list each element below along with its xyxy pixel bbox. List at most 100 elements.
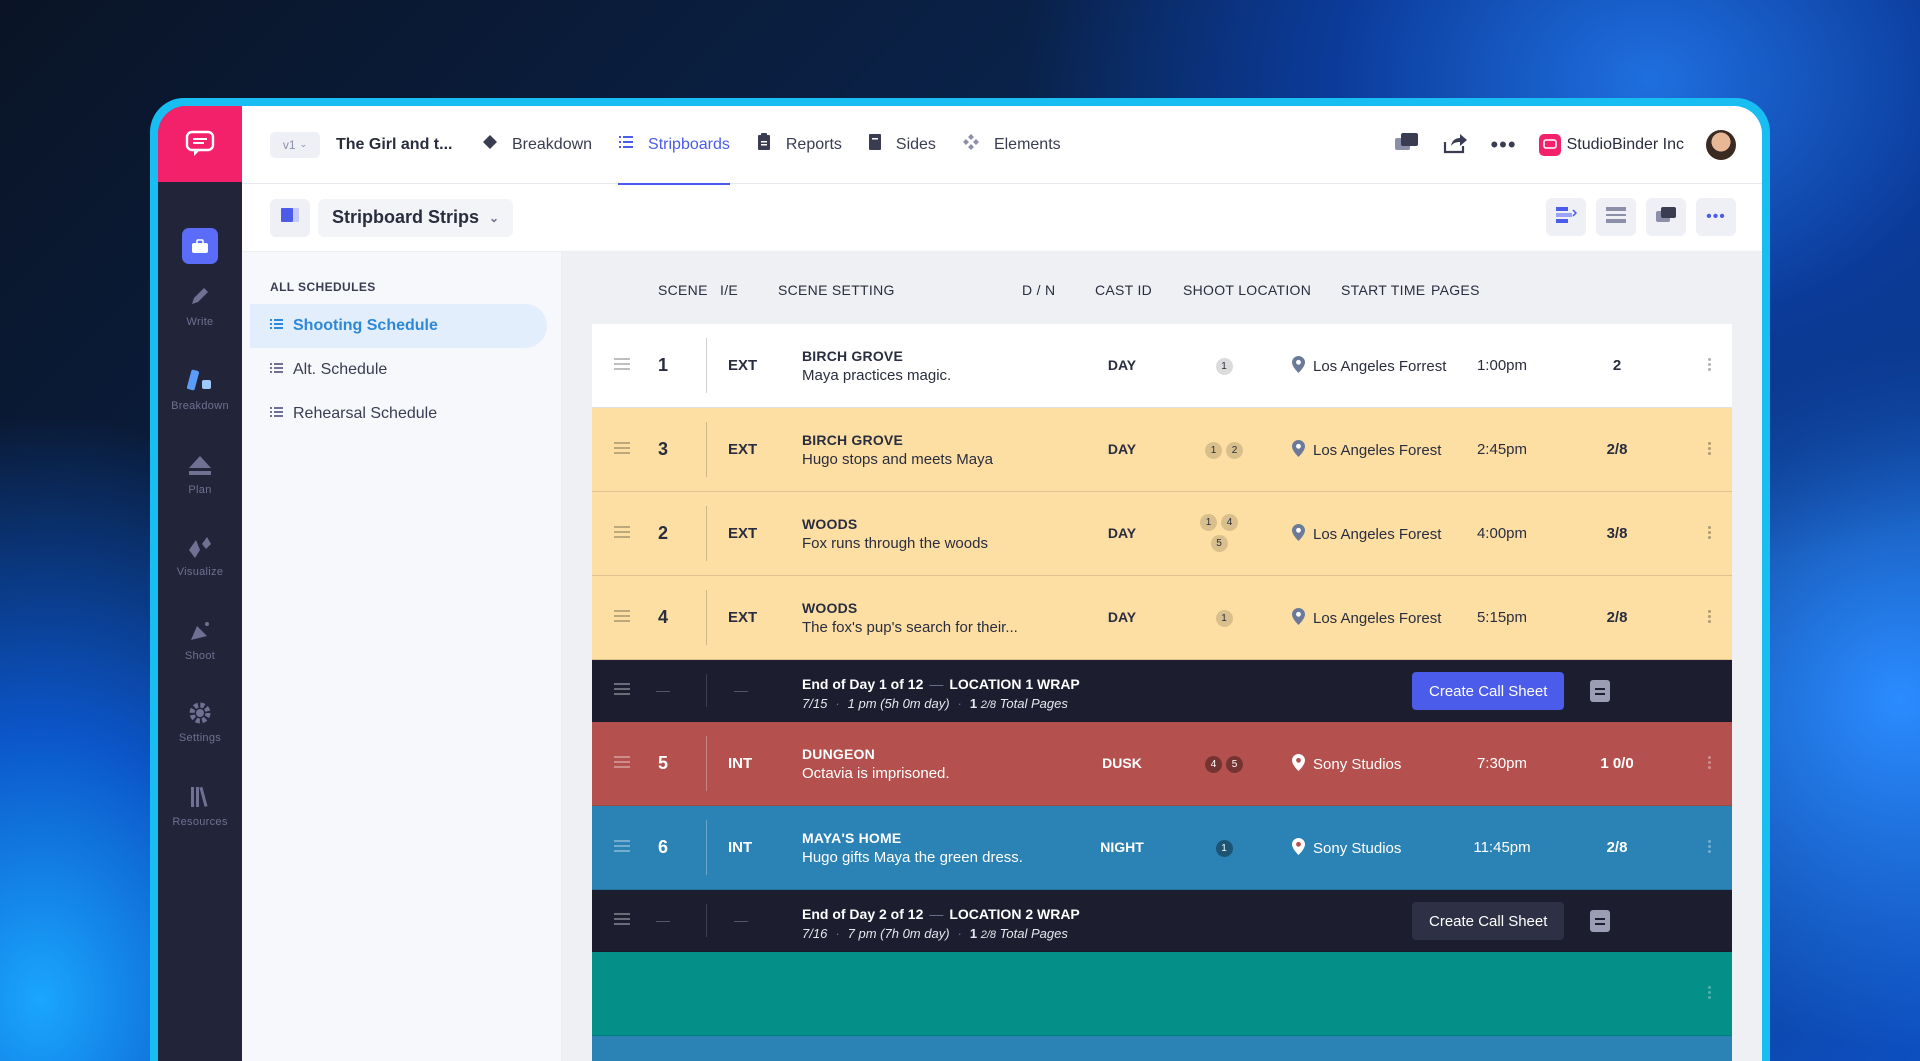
sidebar-item-alt-schedule[interactable]: Alt. Schedule (250, 348, 547, 392)
shoot-location[interactable]: Los Angeles Forest (1292, 439, 1441, 461)
drag-handle[interactable] (614, 682, 630, 695)
avatar[interactable] (1706, 130, 1736, 160)
row-menu-icon[interactable] (1707, 608, 1711, 628)
strip-row-scene-1[interactable]: 1 EXT BIRCH GROVE Maya practices magic. DAY 1… (592, 324, 1732, 408)
rail-breakdown-label: Breakdown (171, 400, 229, 412)
strip-layout-button[interactable] (1546, 198, 1586, 236)
shoot-location[interactable]: Los Angeles Forest (1292, 607, 1441, 629)
day-break-row[interactable]: End of Day 1 of 12— LOCATION 1 WRAP 7/15 · 1… (592, 660, 1732, 722)
row-menu-icon[interactable] (1707, 984, 1711, 1004)
project-title[interactable]: The Girl and t... (336, 136, 456, 154)
drag-handle[interactable] (614, 912, 630, 925)
rail-settings-label: Settings (178, 732, 222, 744)
drag-handle[interactable] (614, 357, 630, 370)
column-headers: SCENE I/E SCENE SETTING D / N CAST ID SH… (562, 252, 1762, 314)
drag-handle[interactable] (614, 839, 630, 852)
comments-icon[interactable] (1394, 131, 1420, 160)
day-break-button[interactable] (1596, 198, 1636, 236)
rail-settings[interactable]: Settings (158, 700, 242, 744)
row-menu-icon[interactable] (1707, 754, 1711, 774)
scene-title: WOODS (802, 515, 858, 532)
cast-id-chip[interactable]: 5 (1226, 755, 1243, 773)
col-dn[interactable]: D / N (1022, 282, 1055, 298)
rail-plan[interactable]: Plan (158, 452, 242, 496)
strip-row-scene-2[interactable]: 2 EXT WOODS Fox runs through the woods DAY 1 4… (592, 492, 1732, 576)
document-icon[interactable] (1590, 680, 1610, 702)
row-menu-icon[interactable] (1707, 524, 1711, 544)
more-options-button[interactable]: ••• (1696, 198, 1736, 236)
org-switcher[interactable]: StudioBinder Inc (1538, 134, 1684, 156)
strip-row-blank[interactable] (592, 952, 1732, 1036)
cast-ids: 1 (1182, 839, 1266, 857)
strip-row-scene-4[interactable]: 4 EXT WOODS The fox's pup's search for thei… (592, 576, 1732, 660)
shoot-location[interactable]: Los Angeles Forrest (1292, 355, 1446, 377)
cast-ids: 1 (1182, 357, 1266, 375)
rail-write[interactable]: Write (158, 284, 242, 328)
cast-id-chip[interactable]: 1 (1215, 839, 1233, 857)
col-scene[interactable]: SCENE (658, 282, 708, 298)
banner-button[interactable] (1646, 198, 1686, 236)
panel-toggle-button[interactable] (270, 198, 310, 237)
strip-row-scene-6[interactable]: 6 INT MAYA'S HOME Hugo gifts Maya the green… (592, 806, 1732, 890)
cast-ids: 1 (1182, 609, 1266, 627)
col-cast[interactable]: CAST ID (1095, 282, 1152, 298)
rail-visualize[interactable]: Visualize (158, 534, 242, 578)
day-hours: 7 pm (7h 0m day) (847, 926, 950, 941)
more-icon[interactable]: ••• (1490, 132, 1516, 158)
cast-id-chip[interactable]: 4 (1205, 755, 1222, 773)
day-night: DAY (1107, 356, 1137, 373)
day-date: 7/15 (802, 696, 828, 711)
strip-row-partial[interactable] (592, 1036, 1732, 1061)
cast-id-chip[interactable]: 1 (1215, 357, 1233, 375)
create-call-sheet-button[interactable]: Create Call Sheet (1412, 672, 1565, 710)
strip-row-scene-3[interactable]: 3 EXT BIRCH GROVE Hugo stops and meets Maya… (592, 408, 1732, 492)
rail-plan-label: Plan (188, 484, 212, 496)
divider (656, 690, 670, 692)
tab-sides[interactable]: Sides (868, 106, 936, 184)
version-dropdown[interactable]: v1 ⌄ (270, 131, 320, 158)
tab-stripboards[interactable]: Stripboards (618, 106, 730, 185)
cast-id-chip[interactable]: 1 (1215, 609, 1233, 627)
rail-resources[interactable]: Resources (158, 784, 242, 828)
drag-handle[interactable] (614, 525, 630, 538)
rail-breakdown[interactable]: Breakdown (158, 368, 242, 412)
sidebar-item-shooting-schedule[interactable]: Shooting Schedule (250, 304, 547, 348)
sidebar-item-rehearsal-schedule[interactable]: Rehearsal Schedule (250, 392, 547, 436)
row-menu-icon[interactable] (1707, 356, 1711, 376)
start-time: 1:00pm (1476, 356, 1528, 374)
tab-reports[interactable]: Reports (756, 106, 842, 184)
rail-shoot[interactable]: Shoot (158, 618, 242, 662)
col-ie[interactable]: I/E (720, 282, 738, 298)
briefcase-icon[interactable] (182, 228, 218, 264)
cast-id-chip[interactable]: 1 (1200, 513, 1217, 531)
col-setting[interactable]: SCENE SETTING (778, 282, 895, 298)
drag-handle[interactable] (614, 755, 630, 768)
day-break-row[interactable]: End of Day 2 of 12— LOCATION 2 WRAP 7/16 · 7… (592, 890, 1732, 952)
tab-elements[interactable]: Elements (962, 106, 1061, 184)
cast-id-chip[interactable]: 5 (1210, 534, 1228, 552)
cast-id-chip[interactable]: 4 (1221, 513, 1238, 531)
col-start[interactable]: START TIME (1341, 282, 1425, 298)
cast-id-chip[interactable]: 1 (1205, 441, 1222, 459)
row-menu-icon[interactable] (1707, 838, 1711, 858)
day-break-title: End of Day 2 of 12 (802, 906, 924, 922)
row-menu-icon[interactable] (1707, 440, 1711, 460)
drag-handle[interactable] (614, 441, 630, 454)
tab-breakdown[interactable]: Breakdown (482, 106, 592, 184)
strip-row-scene-5[interactable]: 5 INT DUNGEON Octavia is imprisoned. DUSK 4 5 S… (592, 722, 1732, 806)
shoot-location[interactable]: Los Angeles Forest (1292, 523, 1441, 545)
shoot-location[interactable]: Sony Studios (1292, 837, 1401, 859)
day-night: DAY (1107, 524, 1137, 541)
drag-handle[interactable] (614, 609, 630, 622)
col-pages[interactable]: PAGES (1431, 282, 1480, 298)
shoot-location[interactable]: Sony Studios (1292, 753, 1401, 775)
cast-id-chip[interactable]: 2 (1226, 441, 1243, 459)
location-pin-icon (1292, 837, 1305, 859)
share-icon[interactable] (1442, 131, 1468, 160)
stripboard-selector[interactable]: Stripboard Strips ⌄ (318, 198, 514, 237)
create-call-sheet-button[interactable]: Create Call Sheet (1412, 902, 1565, 940)
document-icon[interactable] (1590, 910, 1610, 932)
day-date: 7/16 (802, 926, 828, 941)
studiobinder-logo[interactable] (158, 106, 242, 182)
col-location[interactable]: SHOOT LOCATION (1183, 282, 1311, 298)
